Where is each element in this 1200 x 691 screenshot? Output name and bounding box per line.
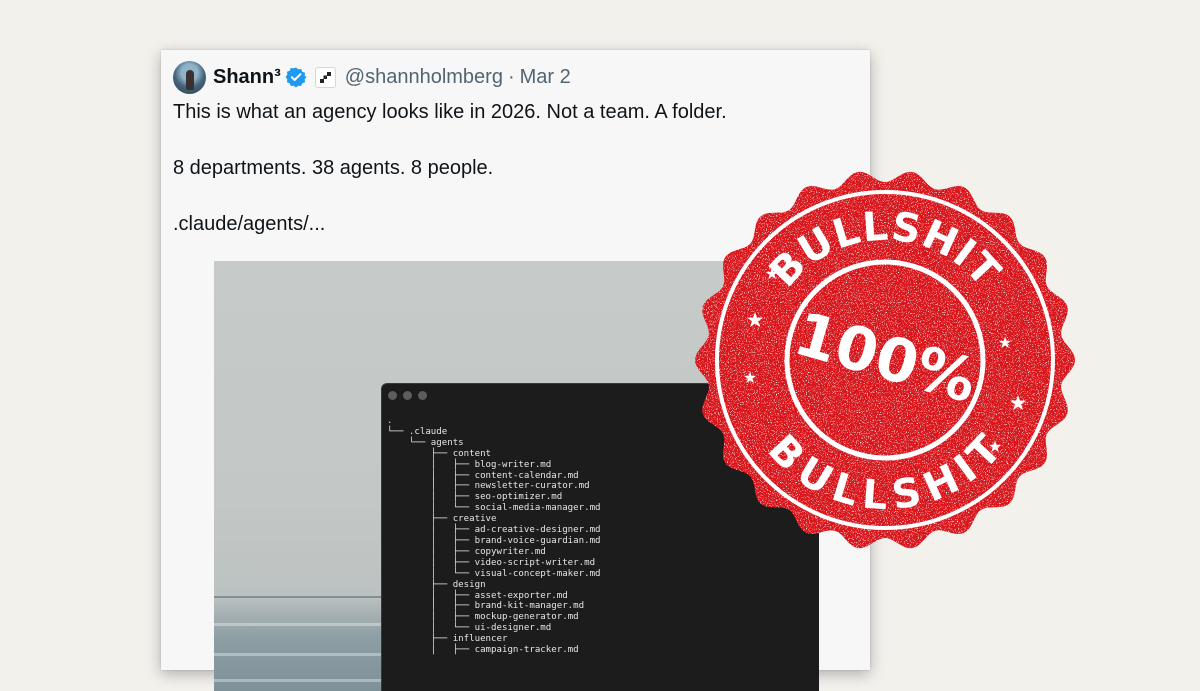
window-zoom-dot [418,390,427,400]
display-name[interactable]: Shann³ [213,66,281,89]
avatar[interactable] [173,60,206,94]
tweet-text-line: This is what an agency looks like in 202… [173,101,727,123]
tweet-date[interactable]: Mar 2 [520,66,571,89]
star-icon: ★ [988,439,1002,456]
bullshit-stamp: BULLSHIT BULLSHIT 100% ★ ★ ★ ★ ★ ★ [695,171,1075,549]
star-icon: ★ [765,266,779,283]
window-close-dot [388,390,397,400]
star-icon: ★ [743,370,757,387]
tweet-text-line: 8 departments. 38 agents. 8 people. [173,157,494,179]
verified-badge-icon [285,66,307,88]
terminal-tree-output: . └── .claude └── agents ├── content │ ├… [387,416,601,656]
star-icon: ★ [746,309,765,332]
tweet-header: Shann³ @shannholmberg · Mar 2 [173,59,571,95]
tweet-text: This is what an agency looks like in 202… [173,98,727,266]
separator-dot: · [507,65,515,88]
star-icon: ★ [998,335,1012,352]
affiliate-badge-icon[interactable] [314,66,336,88]
user-handle[interactable]: @shannholmberg [345,66,503,89]
window-minimize-dot [403,390,412,400]
star-icon: ★ [1009,392,1028,415]
tweet-text-line: .claude/agents/... [173,213,326,235]
